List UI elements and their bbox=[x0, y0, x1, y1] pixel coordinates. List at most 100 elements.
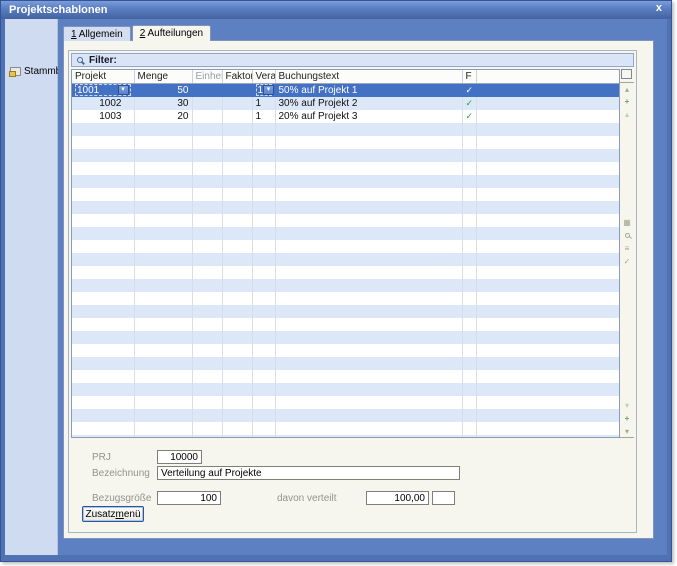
grid-cell[interactable] bbox=[134, 305, 192, 318]
grid-header-cell[interactable]: Menge bbox=[134, 70, 192, 83]
grid-cell[interactable] bbox=[462, 240, 476, 253]
grid-row[interactable] bbox=[72, 370, 619, 383]
grid-row[interactable] bbox=[72, 136, 619, 149]
grid-cell[interactable] bbox=[275, 409, 462, 422]
grid-cell[interactable] bbox=[275, 331, 462, 344]
grid-cell[interactable] bbox=[252, 240, 275, 253]
grid-cell[interactable] bbox=[275, 422, 462, 435]
grid-cell[interactable] bbox=[192, 318, 222, 331]
grid-cell[interactable] bbox=[72, 396, 134, 409]
move-up-icon[interactable]: ▴ bbox=[620, 108, 634, 121]
grid-cell[interactable] bbox=[476, 357, 619, 370]
grid-cell[interactable] bbox=[252, 162, 275, 175]
grid-cell[interactable] bbox=[72, 344, 134, 357]
grid-row[interactable] bbox=[72, 331, 619, 344]
davon-verteilt-extra-field[interactable] bbox=[432, 491, 455, 505]
bezugsgroesse-field[interactable] bbox=[157, 491, 221, 505]
grid-cell[interactable] bbox=[192, 97, 222, 110]
grid-cell[interactable] bbox=[222, 279, 252, 292]
grid-cell[interactable] bbox=[275, 357, 462, 370]
grid-cell[interactable] bbox=[462, 214, 476, 227]
go-last-icon[interactable]: ▾ bbox=[620, 425, 634, 438]
grid-cell[interactable] bbox=[222, 396, 252, 409]
grid-cell[interactable] bbox=[72, 175, 134, 188]
grid-row[interactable]: 1001▾501▾50% auf Projekt 1✓ bbox=[72, 83, 619, 97]
grid-cell[interactable] bbox=[72, 266, 134, 279]
grid-cell[interactable] bbox=[275, 279, 462, 292]
grid-cell[interactable]: ✓ bbox=[462, 97, 476, 110]
grid-cell[interactable] bbox=[72, 422, 134, 435]
grid-cell[interactable] bbox=[192, 344, 222, 357]
grid-cell[interactable] bbox=[462, 175, 476, 188]
grid-cell[interactable] bbox=[275, 344, 462, 357]
grid-cell[interactable]: 1003 bbox=[72, 110, 134, 123]
grid-cell[interactable] bbox=[462, 227, 476, 240]
grid-cell[interactable] bbox=[275, 240, 462, 253]
bezeichnung-field[interactable] bbox=[157, 466, 460, 480]
grid-cell[interactable] bbox=[192, 188, 222, 201]
grid-cell[interactable] bbox=[222, 266, 252, 279]
grid-cell[interactable] bbox=[222, 305, 252, 318]
grid-cell[interactable] bbox=[134, 149, 192, 162]
grid-row[interactable] bbox=[72, 175, 619, 188]
grid-cell[interactable] bbox=[275, 227, 462, 240]
grid-cell[interactable] bbox=[134, 409, 192, 422]
grid-cell[interactable] bbox=[252, 201, 275, 214]
grid-cell[interactable]: 50 bbox=[134, 83, 192, 97]
grid-cell[interactable] bbox=[476, 292, 619, 305]
grid-cell[interactable] bbox=[476, 344, 619, 357]
grid-cell[interactable] bbox=[252, 383, 275, 396]
grid-cell[interactable] bbox=[476, 240, 619, 253]
grid-cell[interactable] bbox=[192, 227, 222, 240]
grid-cell[interactable] bbox=[134, 162, 192, 175]
grid-cell[interactable] bbox=[462, 188, 476, 201]
grid-cell[interactable] bbox=[252, 136, 275, 149]
grid-cell[interactable] bbox=[134, 370, 192, 383]
grid-cell[interactable]: 1 bbox=[252, 97, 275, 110]
grid-cell[interactable] bbox=[476, 253, 619, 266]
grid-cell[interactable] bbox=[192, 110, 222, 123]
grid-cell[interactable]: ✓ bbox=[462, 83, 476, 97]
grid-cell[interactable] bbox=[476, 370, 619, 383]
grid-cell[interactable] bbox=[462, 136, 476, 149]
grid-cell[interactable] bbox=[134, 331, 192, 344]
tab-aufteilungen[interactable]: 2 Aufteilungen bbox=[132, 25, 211, 41]
grid-cell[interactable] bbox=[192, 149, 222, 162]
grid-cell[interactable] bbox=[72, 383, 134, 396]
grid-cell[interactable] bbox=[192, 305, 222, 318]
grid-cell[interactable] bbox=[222, 357, 252, 370]
grid-cell[interactable] bbox=[222, 383, 252, 396]
grid-cell[interactable] bbox=[222, 214, 252, 227]
grid-view-icon[interactable]: ▦ bbox=[620, 216, 634, 229]
move-down-icon[interactable]: ▾ bbox=[620, 399, 634, 412]
grid-cell[interactable] bbox=[72, 201, 134, 214]
filter-bar[interactable]: Filter: bbox=[71, 53, 634, 67]
grid-cell[interactable] bbox=[462, 149, 476, 162]
insert-row-icon[interactable]: + bbox=[620, 95, 634, 108]
grid-row[interactable] bbox=[72, 409, 619, 422]
grid-cell[interactable] bbox=[222, 240, 252, 253]
search-icon[interactable] bbox=[625, 233, 630, 238]
grid-cell[interactable]: 30 bbox=[134, 97, 192, 110]
grid-row[interactable] bbox=[72, 292, 619, 305]
grid-cell[interactable] bbox=[462, 331, 476, 344]
grid-cell[interactable] bbox=[134, 123, 192, 136]
grid-cell[interactable] bbox=[72, 357, 134, 370]
grid-cell[interactable] bbox=[476, 383, 619, 396]
grid-cell[interactable] bbox=[192, 123, 222, 136]
grid-cell[interactable] bbox=[222, 83, 252, 97]
grid-cell[interactable] bbox=[192, 136, 222, 149]
grid-cell[interactable] bbox=[222, 175, 252, 188]
grid-cell[interactable] bbox=[134, 201, 192, 214]
grid-cell[interactable] bbox=[134, 396, 192, 409]
grid-cell[interactable] bbox=[134, 422, 192, 435]
grid-cell[interactable] bbox=[476, 279, 619, 292]
grid-row[interactable] bbox=[72, 279, 619, 292]
grid-cell[interactable] bbox=[462, 201, 476, 214]
grid-cell[interactable] bbox=[275, 214, 462, 227]
grid-cell[interactable] bbox=[192, 266, 222, 279]
grid-header-cell[interactable]: Faktor bbox=[222, 70, 252, 83]
grid-cell[interactable] bbox=[134, 279, 192, 292]
grid-cell[interactable] bbox=[476, 201, 619, 214]
grid-cell[interactable] bbox=[222, 318, 252, 331]
